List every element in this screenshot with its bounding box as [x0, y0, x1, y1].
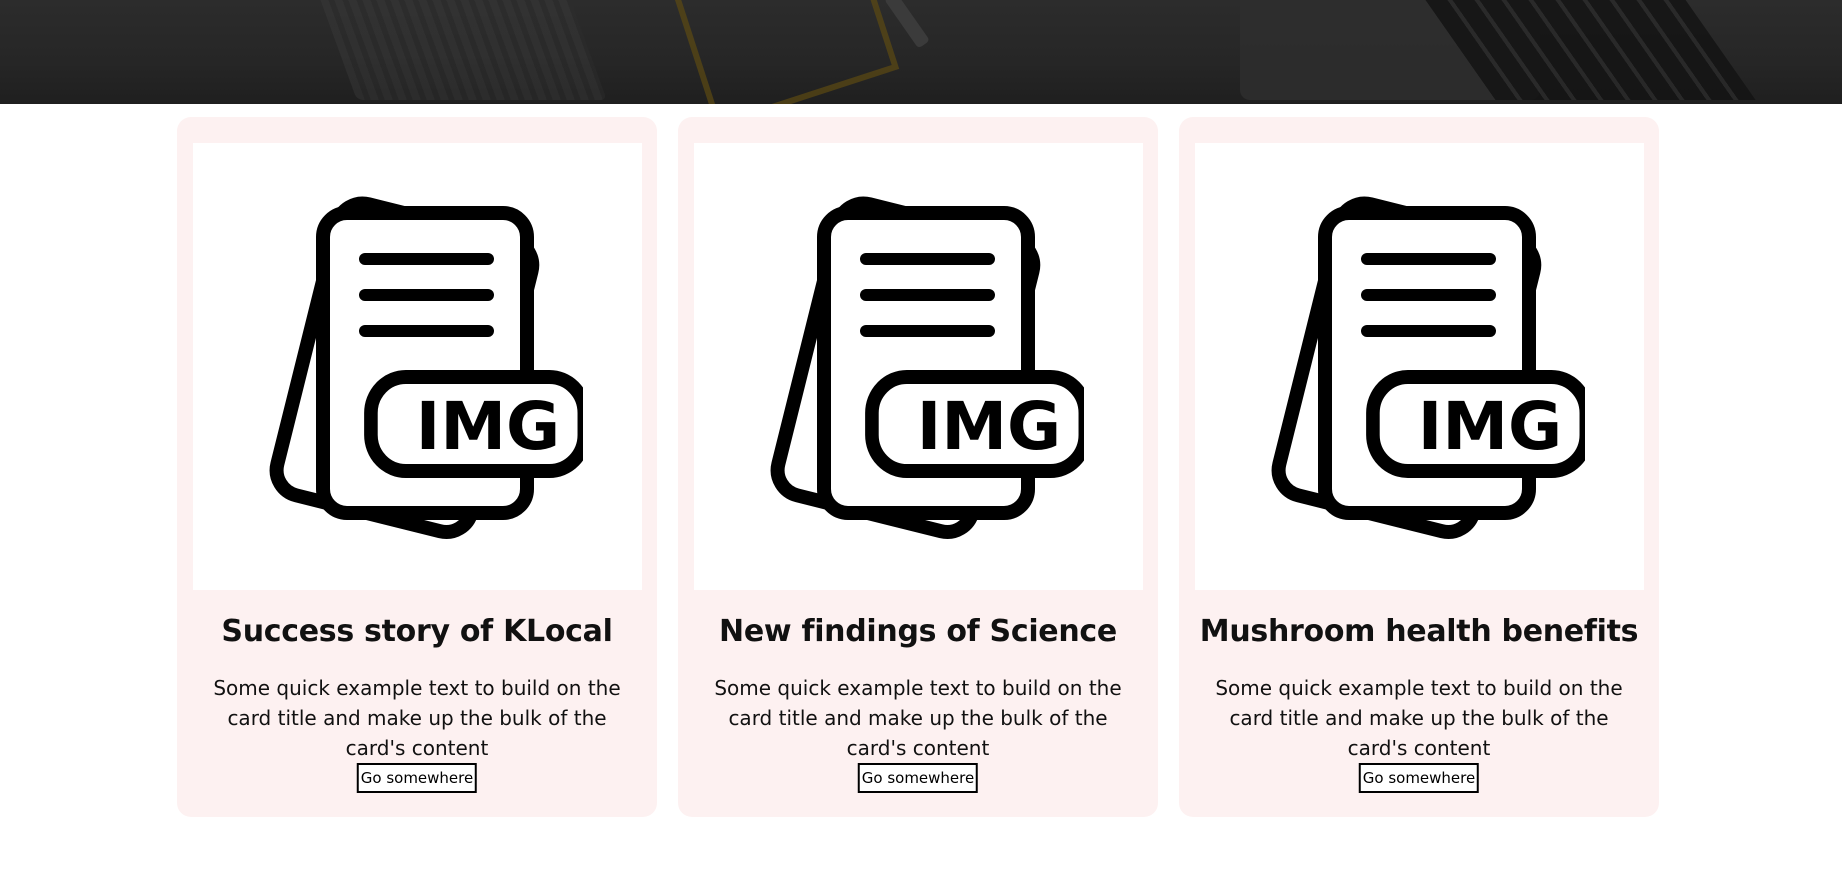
- card-text: Some quick example text to build on the …: [1215, 676, 1623, 760]
- card: IMG Mushroom health benefits Some quick …: [1179, 117, 1659, 817]
- card-grid: IMG Success story of KLocal Some quick e…: [177, 117, 1659, 817]
- hero-banner: [0, 0, 1842, 104]
- go-somewhere-button[interactable]: Go somewhere: [356, 763, 478, 793]
- hero-decoration-frame: [672, 0, 900, 104]
- go-somewhere-button[interactable]: Go somewhere: [857, 763, 979, 793]
- card-image: IMG: [694, 143, 1143, 590]
- card-image: IMG: [193, 143, 642, 590]
- hero-decoration-pen: [884, 0, 930, 49]
- card-title: New findings of Science: [719, 614, 1117, 649]
- card-image: IMG: [1195, 143, 1644, 590]
- svg-text:IMG: IMG: [1417, 388, 1561, 465]
- hero-decoration-keyboard: [313, 0, 607, 100]
- card: IMG New findings of Science Some quick e…: [678, 117, 1158, 817]
- svg-text:IMG: IMG: [415, 388, 559, 465]
- card-title: Success story of KLocal: [221, 614, 613, 649]
- card-text: Some quick example text to build on the …: [714, 676, 1122, 760]
- go-somewhere-button[interactable]: Go somewhere: [1358, 763, 1480, 793]
- svg-text:IMG: IMG: [916, 388, 1060, 465]
- card-title: Mushroom health benefits: [1199, 614, 1639, 649]
- img-file-icon: IMG: [770, 196, 1084, 539]
- img-file-icon: IMG: [1271, 196, 1585, 539]
- card: IMG Success story of KLocal Some quick e…: [177, 117, 657, 817]
- img-file-icon: IMG: [269, 196, 583, 539]
- card-text: Some quick example text to build on the …: [213, 676, 621, 760]
